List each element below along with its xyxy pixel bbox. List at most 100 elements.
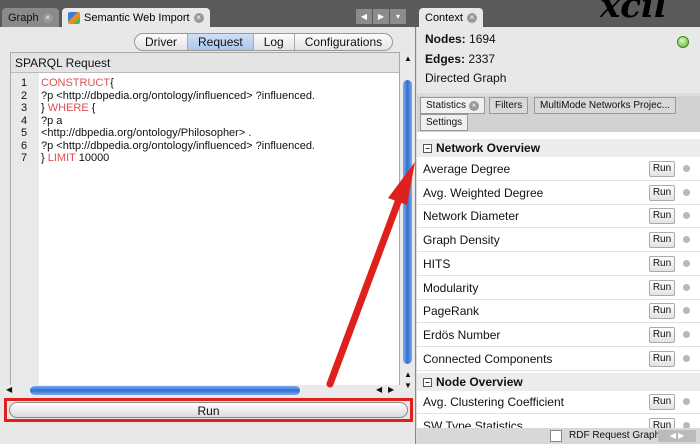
run-statistic-button[interactable]: Run [649,350,675,367]
status-dot-icon [683,283,690,291]
bottom-status-bar: RDF Request Graph ◀ ▶ [417,428,700,444]
code-line: <http://dbpedia.org/ontology/Philosopher… [41,127,251,139]
close-icon[interactable]: × [469,100,480,111]
tab-context-label: Context [425,11,463,24]
code-prefix: } [41,152,48,164]
line-number: 4 [21,114,28,127]
graph-type: Directed Graph [425,71,507,85]
subtab-configurations[interactable]: Configurations [295,34,392,50]
statistic-row: SW Type Statistics Run [417,414,700,428]
code-line: ?p a [41,115,62,127]
statistic-label: Average Degree [423,162,511,176]
scroll-left-icon[interactable]: ◀ [376,385,382,394]
run-statistic-button[interactable]: Run [649,161,675,177]
page-nav-icon[interactable]: ◀ ▶ [658,430,696,442]
subtab-request[interactable]: Request [188,34,254,50]
close-icon[interactable]: × [42,12,53,23]
scroll-left-icon[interactable]: ◀ [356,9,372,24]
vertical-scroll-thumb[interactable] [403,80,412,364]
node-overview-header[interactable]: − Node Overview [417,373,700,391]
line-number: 6 [21,139,28,152]
code-text: { [110,77,114,89]
code-text: <http://dbpedia.org/ontology/Philosopher… [41,127,252,139]
run-statistic-button[interactable]: Run [649,208,675,225]
tab-semantic-web-import[interactable]: Semantic Web Import × [62,8,210,27]
sparql-title: SPARQL Request [11,53,399,73]
run-statistic-button[interactable]: Run [649,184,675,201]
line-number: 5 [21,127,28,139]
horizontal-scrollbar[interactable]: ◀ ◀ ▶ [4,385,402,396]
status-dot-icon [683,236,690,244]
line-number-gutter: 1234567 [11,73,39,388]
subtab-log[interactable]: Log [254,34,295,50]
status-dot-icon [683,354,690,362]
statistic-label: Graph Density [423,233,500,248]
semantic-web-import-panel: Driver Request Log Configurations SPARQL… [0,27,416,444]
scroll-right-icon[interactable]: ▶ [373,9,389,24]
tab-settings[interactable]: Settings [420,114,469,131]
subtab-driver[interactable]: Driver [135,34,188,50]
statistic-label: Avg. Clustering Coefficient [423,395,564,409]
nodes-label: Nodes: [425,32,466,46]
sparql-editor[interactable]: SPARQL Request 1234567 CONSTRUCT{?p <htt… [10,52,400,388]
run-statistic-button[interactable]: Run [649,255,675,272]
tab-list-icon[interactable]: ▾ [390,9,406,24]
status-dot-icon [683,307,690,315]
scroll-down-icon[interactable]: ▼ [404,381,412,390]
line-number: 1 [21,77,28,89]
statistic-label: Connected Components [423,351,553,366]
edges-count: 2337 [468,52,496,66]
close-icon[interactable]: × [193,12,204,23]
edges-label: Edges: [425,52,466,66]
statistic-label: Erdös Number [423,327,501,342]
collapse-icon[interactable]: − [423,143,432,153]
code-keyword: CONSTRUCT [41,77,111,89]
close-icon[interactable]: × [466,12,477,23]
section-title: Node Overview [436,375,523,389]
nodes-line: Nodes: 1694 [425,32,496,46]
code-line: } WHERE { [41,102,95,114]
run-statistic-button[interactable]: Run [649,326,675,343]
run-statistic-button[interactable]: Run [649,303,675,320]
scroll-up-icon[interactable]: ▲ [404,370,412,379]
status-dot-icon [683,165,690,172]
tab-statistics[interactable]: Statistics × [420,97,486,114]
scroll-up-icon[interactable]: ▲ [404,54,412,63]
horizontal-scroll-thumb[interactable] [30,386,300,395]
tab-statistics-label: Statistics [426,100,467,111]
network-overview-header[interactable]: − Network Overview [417,139,700,157]
rdf-request-graph-checkbox[interactable] [550,430,562,442]
vertical-scrollbar[interactable]: ▲ ▲ ▼ [401,52,414,392]
line-number: 2 [21,89,28,102]
code-text: 10000 [75,152,110,164]
nodes-count: 1694 [469,32,496,46]
code-line: CONSTRUCT{ [41,77,114,89]
tab-graph[interactable]: Graph × [2,8,59,27]
collapse-icon[interactable]: − [423,377,432,387]
run-statistic-button[interactable]: Run [649,279,675,296]
context-panel: Nodes: 1694 Edges: 2337 Directed Graph [417,27,700,93]
statistic-row: Avg. Weighted Degree Run [417,181,700,205]
statistic-row: HITS Run [417,252,700,276]
run-query-button[interactable]: Run [9,402,408,418]
status-dot-icon [683,259,690,267]
statistic-label: SW Type Statistics [423,418,523,428]
statistic-label: Avg. Weighted Degree [423,185,544,200]
statistics-tab-bar: Statistics × Filters MultiMode Networks … [417,96,700,132]
tab-filters[interactable]: Filters [489,97,529,114]
statistic-row: Network Diameter Run [417,204,700,229]
statistic-row: Connected Components Run [417,347,700,371]
status-dot-icon [683,398,690,405]
tab-context[interactable]: Context × [419,8,483,27]
run-statistic-button[interactable]: Run [649,417,675,428]
code-text: ?p <http://dbpedia.org/ontology/influenc… [41,89,315,102]
tab-multimode[interactable]: MultiMode Networks Projec... [534,97,677,114]
run-statistic-button[interactable]: Run [649,232,675,249]
run-statistic-button[interactable]: Run [649,394,675,410]
statistic-row: Avg. Clustering Coefficient Run [417,390,700,414]
corner-lettering: xcil [600,0,667,26]
scroll-right-icon[interactable]: ▶ [388,385,394,394]
scroll-left-icon[interactable]: ◀ [6,385,12,394]
code-keyword: WHERE [47,102,89,114]
code-text: ?p <http://dbpedia.org/ontology/influenc… [41,139,315,152]
